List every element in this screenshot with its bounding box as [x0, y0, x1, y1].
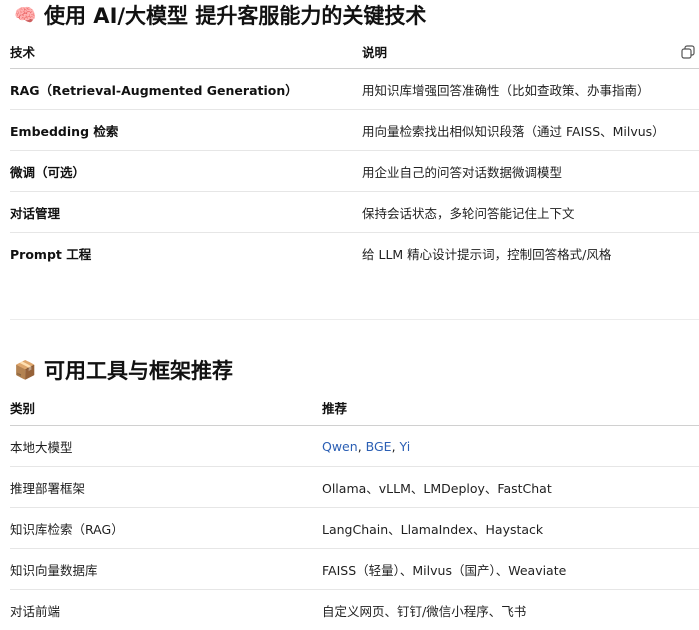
column-header-recommend: 推荐 [322, 390, 699, 426]
section-heading: 使用 AI/大模型 提升客服能力的关键技术 [44, 0, 426, 30]
copy-icon[interactable] [681, 45, 695, 59]
recommend-cell: Qwen, BGE, Yi [322, 426, 699, 467]
tech-cell: RAG（Retrieval-Augmented Generation） [10, 69, 362, 110]
table-row: 对话管理 保持会话状态，多轮问答能记住上下文 [10, 192, 699, 233]
tech-cell: 微调（可选） [10, 151, 362, 192]
link-bge[interactable]: BGE [366, 439, 392, 454]
desc-cell: 用企业自己的问答对话数据微调模型 [362, 151, 699, 192]
link-yi[interactable]: Yi [400, 439, 411, 454]
recommend-cell: LangChain、LlamaIndex、Haystack [322, 508, 699, 549]
table-row: 本地大模型 Qwen, BGE, Yi [10, 426, 699, 467]
column-header-desc: 说明 [362, 35, 699, 69]
tools-table: 类别 推荐 本地大模型 Qwen, BGE, Yi 推理部署框架 Ollama、… [10, 390, 699, 630]
brain-icon: 🧠 [14, 5, 36, 26]
category-cell: 知识向量数据库 [10, 549, 322, 590]
category-cell: 推理部署框架 [10, 467, 322, 508]
category-cell: 对话前端 [10, 590, 322, 630]
desc-cell: 给 LLM 精心设计提示词，控制回答格式/风格 [362, 233, 699, 274]
section-title-key-tech: 🧠 使用 AI/大模型 提升客服能力的关键技术 [14, 0, 426, 30]
table-row: 推理部署框架 Ollama、vLLM、LMDeploy、FastChat [10, 467, 699, 508]
desc-cell: 保持会话状态，多轮问答能记住上下文 [362, 192, 699, 233]
recommend-cell: 自定义网页、钉钉/微信小程序、飞书 [322, 590, 699, 630]
tech-cell: Prompt 工程 [10, 233, 362, 274]
tech-cell: 对话管理 [10, 192, 362, 233]
table-row: Embedding 检索 用向量检索找出相似知识段落（通过 FAISS、Milv… [10, 110, 699, 151]
table-row: 对话前端 自定义网页、钉钉/微信小程序、飞书 [10, 590, 699, 630]
column-header-desc-label: 说明 [362, 45, 387, 60]
table-row: 知识向量数据库 FAISS（轻量）、Milvus（国产）、Weaviate [10, 549, 699, 590]
section-heading: 可用工具与框架推荐 [44, 355, 233, 385]
link-separator: , [358, 439, 366, 454]
table-row: RAG（Retrieval-Augmented Generation） 用知识库… [10, 69, 699, 110]
column-header-category: 类别 [10, 390, 322, 426]
key-tech-table: 技术 说明 RAG（Retrieval-Augmented Generation… [10, 35, 699, 273]
table-row: Prompt 工程 给 LLM 精心设计提示词，控制回答格式/风格 [10, 233, 699, 274]
desc-cell: 用向量检索找出相似知识段落（通过 FAISS、Milvus） [362, 110, 699, 151]
category-cell: 知识库检索（RAG） [10, 508, 322, 549]
table-row: 微调（可选） 用企业自己的问答对话数据微调模型 [10, 151, 699, 192]
section-divider [10, 319, 699, 320]
link-qwen[interactable]: Qwen [322, 439, 358, 454]
section-title-tools: 📦 可用工具与框架推荐 [14, 355, 233, 385]
tech-cell: Embedding 检索 [10, 110, 362, 151]
recommend-cell: FAISS（轻量）、Milvus（国产）、Weaviate [322, 549, 699, 590]
category-cell: 本地大模型 [10, 426, 322, 467]
recommend-cell: Ollama、vLLM、LMDeploy、FastChat [322, 467, 699, 508]
link-separator: , [392, 439, 400, 454]
package-icon: 📦 [14, 360, 36, 381]
table-row: 知识库检索（RAG） LangChain、LlamaIndex、Haystack [10, 508, 699, 549]
desc-cell: 用知识库增强回答准确性（比如查政策、办事指南） [362, 69, 699, 110]
column-header-tech: 技术 [10, 35, 362, 69]
